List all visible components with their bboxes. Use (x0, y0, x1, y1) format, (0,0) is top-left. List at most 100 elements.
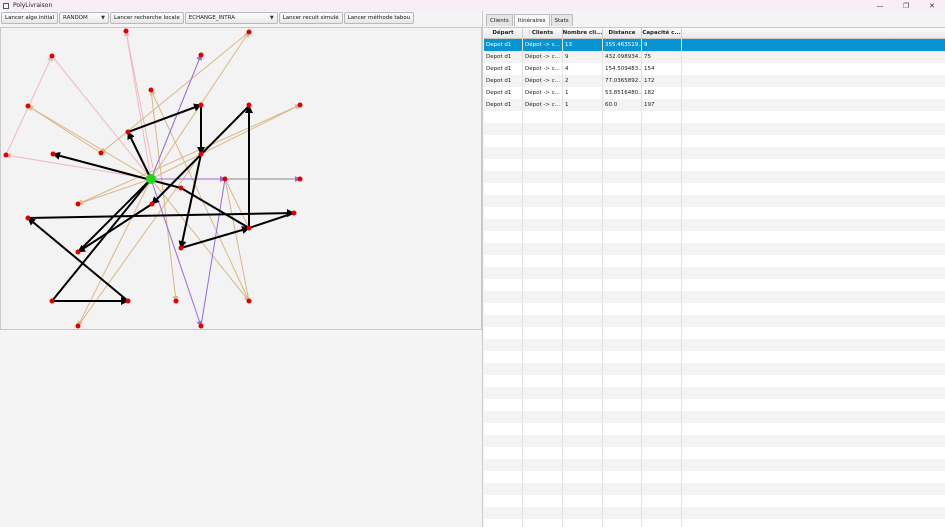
empty-cell (523, 339, 563, 351)
client-node[interactable] (198, 52, 204, 58)
client-node[interactable] (246, 225, 252, 231)
empty-cell (484, 507, 523, 519)
empty-row (484, 303, 945, 315)
neighbor-select-value: ECHANGE_INTRA (188, 15, 235, 21)
client-node[interactable] (3, 152, 9, 158)
empty-cell (523, 279, 563, 291)
client-node[interactable] (75, 323, 81, 329)
empty-cell (484, 435, 523, 447)
empty-cell (484, 447, 523, 459)
empty-cell (484, 387, 523, 399)
column-header[interactable]: Départ (484, 28, 523, 38)
client-node[interactable] (178, 245, 184, 251)
empty-cell (563, 147, 603, 159)
empty-cell (523, 183, 563, 195)
minimize-button[interactable]: — (867, 0, 893, 11)
client-node[interactable] (148, 87, 154, 93)
empty-row (484, 123, 945, 135)
client-node[interactable] (25, 215, 31, 221)
table-cell: 13 (563, 39, 603, 51)
empty-cell (603, 375, 642, 387)
column-header[interactable]: Capacité c... (642, 28, 682, 38)
client-node[interactable] (198, 102, 204, 108)
neighbor-select[interactable]: ECHANGE_INTRA ▼ (184, 12, 278, 24)
table-row[interactable]: Depot d1 Dépot -> c... 1 60.0 197 (484, 99, 945, 111)
window-title: PolyLivraison (13, 2, 53, 9)
client-node[interactable] (246, 102, 252, 108)
client-node[interactable] (125, 129, 131, 135)
empty-cell (563, 207, 603, 219)
client-node[interactable] (297, 176, 303, 182)
empty-cell (563, 111, 603, 123)
client-node[interactable] (178, 185, 184, 191)
close-button[interactable]: ✕ (919, 0, 945, 11)
client-node[interactable] (297, 102, 303, 108)
client-node[interactable] (25, 103, 31, 109)
empty-cell (603, 411, 642, 423)
table-cell: Dépot -> c... (523, 51, 563, 63)
empty-cell (563, 351, 603, 363)
table-row[interactable]: Depot d1 Dépot -> c... 2 77.0365892... 172 (484, 75, 945, 87)
table-cell: Depot d1 (484, 63, 523, 75)
client-node[interactable] (222, 176, 228, 182)
empty-cell (563, 375, 603, 387)
tab-clients[interactable]: Clients (486, 14, 513, 26)
empty-cell (523, 447, 563, 459)
tab-stats[interactable]: Stats (550, 14, 573, 26)
client-node[interactable] (198, 151, 204, 157)
table-cell: Dépot -> c... (523, 99, 563, 111)
client-node[interactable] (173, 298, 179, 304)
client-node[interactable] (125, 298, 131, 304)
client-node[interactable] (198, 323, 204, 329)
empty-cell (642, 147, 682, 159)
column-header[interactable]: Distance (603, 28, 642, 38)
empty-cell (484, 303, 523, 315)
maximize-button[interactable]: ❐ (893, 0, 919, 11)
simulated-annealing-button[interactable]: Lancer recuit simulé (278, 12, 343, 24)
client-node[interactable] (75, 249, 81, 255)
client-node[interactable] (50, 151, 56, 157)
column-header[interactable]: Clients (523, 28, 563, 38)
column-header[interactable]: Nombre cli... (563, 28, 603, 38)
table-row[interactable]: Depot d1 Dépot -> c... 13 355.463519... 9 (484, 39, 945, 51)
empty-cell (563, 507, 603, 519)
client-node[interactable] (246, 298, 252, 304)
empty-row (484, 471, 945, 483)
empty-cell (523, 411, 563, 423)
empty-cell (523, 171, 563, 183)
table-cell: 75 (642, 51, 682, 63)
client-node[interactable] (75, 201, 81, 207)
client-node[interactable] (49, 53, 55, 59)
empty-cell (642, 171, 682, 183)
table-cell: 154 (642, 63, 682, 75)
empty-row (484, 435, 945, 447)
empty-row (484, 159, 945, 171)
client-node[interactable] (98, 150, 104, 156)
local-search-button[interactable]: Lancer recherche locale (109, 12, 184, 24)
client-node[interactable] (123, 28, 129, 34)
table-row[interactable]: Depot d1 Dépot -> c... 9 432.098934... 75 (484, 51, 945, 63)
empty-cell (603, 147, 642, 159)
route-graph (3, 28, 303, 329)
tabu-button[interactable]: Lancer méthode tabou (343, 12, 415, 24)
initial-algo-button[interactable]: Lancer algo initial (1, 12, 58, 24)
client-node[interactable] (149, 201, 155, 207)
client-node[interactable] (246, 29, 252, 35)
empty-cell (523, 243, 563, 255)
client-node[interactable] (49, 298, 55, 304)
algo-select[interactable]: RANDOM ▼ (58, 12, 109, 24)
table-row[interactable]: Depot d1 Dépot -> c... 1 53.8516480... 182 (484, 87, 945, 99)
route-edge (27, 209, 295, 219)
client-node[interactable] (291, 210, 297, 216)
empty-cell (523, 147, 563, 159)
depot-node[interactable] (146, 174, 156, 184)
route-canvas[interactable] (0, 27, 482, 330)
empty-cell (603, 483, 642, 495)
empty-cell (642, 507, 682, 519)
empty-row (484, 219, 945, 231)
empty-cell (484, 279, 523, 291)
tab-itineraires[interactable]: Itinéraires (513, 14, 550, 26)
empty-cell (563, 435, 603, 447)
table-row[interactable]: Depot d1 Dépot -> c... 4 154.509483... 154 (484, 63, 945, 75)
empty-cell (563, 291, 603, 303)
